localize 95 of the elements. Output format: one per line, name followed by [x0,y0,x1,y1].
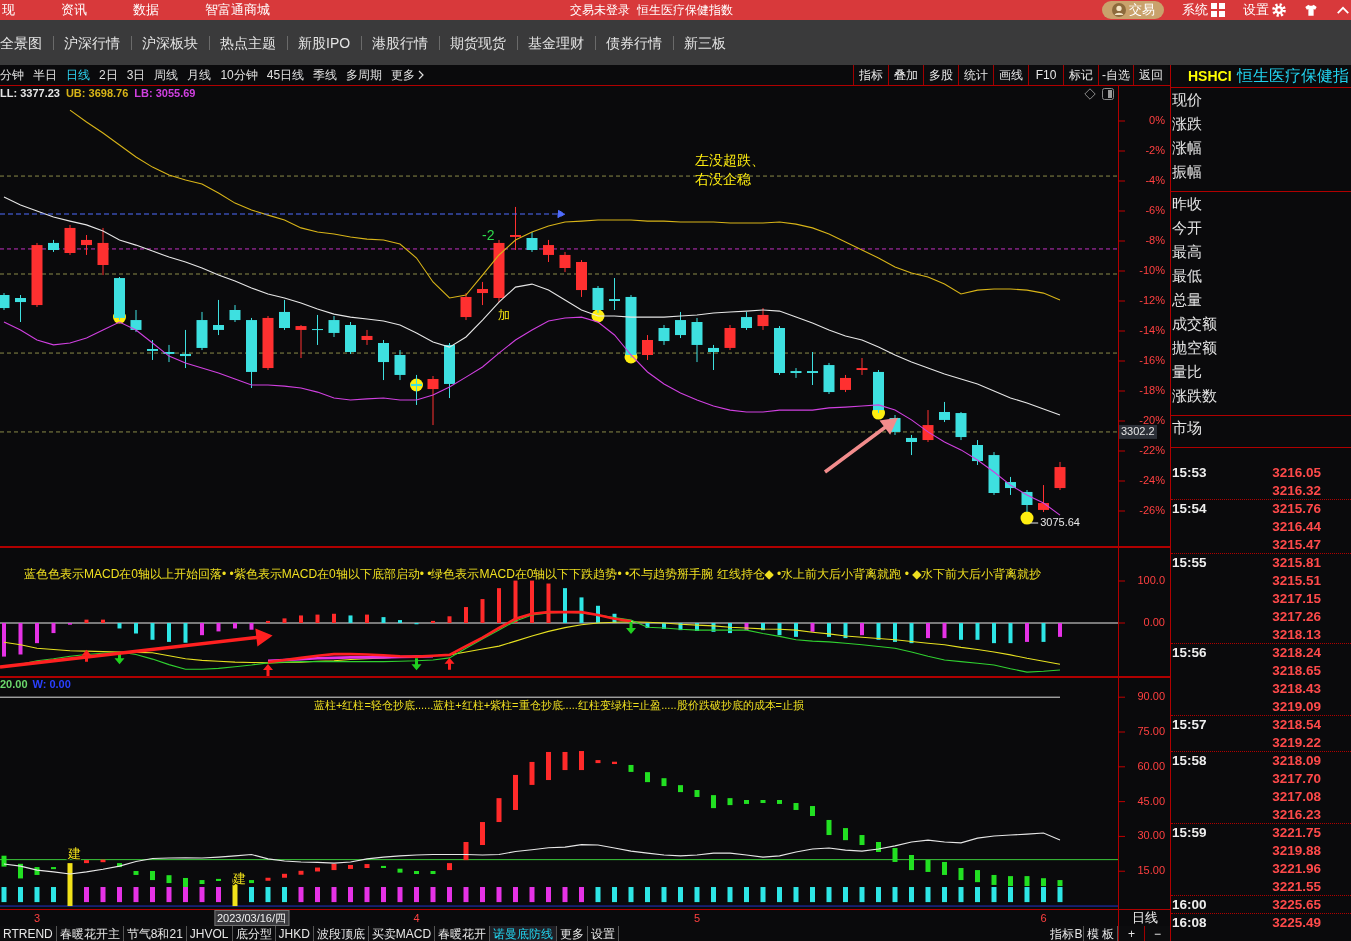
axis-label: 5 [693,911,701,925]
tick-price: 3217.08 [1271,788,1321,806]
chart-annotation: 建 [233,871,247,887]
chart-annotation: 加 [498,308,510,323]
axis-label: 60.00 [1137,759,1165,772]
tick-price: 3225.65 [1271,896,1321,914]
quote-field-label: 最高 [1172,242,1203,262]
tick-price: 3221.55 [1271,878,1321,896]
tick-price: 3215.81 [1271,554,1321,572]
quote-field-label: 现价 [1172,90,1203,110]
quote-field-label: 涨跌 [1172,114,1203,134]
tick-price: 3216.32 [1271,482,1321,500]
legend-label: UB: 3698.76 [65,86,129,100]
legend-label: 20.00 [0,678,28,691]
tick-price: 3218.24 [1271,644,1321,662]
tick-price: 3217.26 [1271,608,1321,626]
axis-label: -12% [1139,293,1165,306]
axis-label: 6 [1040,911,1047,925]
tick-price: 3218.43 [1271,680,1321,698]
tick-price: 3217.70 [1271,770,1321,788]
axis-label: 15.00 [1137,864,1165,877]
quote-field-label: 抛空额 [1172,338,1218,358]
axis-label: -20% [1139,413,1165,426]
axis-label: -24% [1139,473,1165,486]
tick-time: 16:00 [1172,896,1208,914]
axis-label: -18% [1139,383,1165,396]
chart-annotation: 左没超跌、 [695,151,765,168]
axis-label: 3 [33,911,41,925]
legend-label: W: 0.00 [32,678,71,691]
tick-price: 3218.09 [1271,752,1321,770]
axis-label: -8% [1145,233,1165,246]
axis-label: 75.00 [1137,724,1165,737]
axis-label: -4% [1145,173,1165,186]
tick-price: 3215.47 [1271,536,1321,554]
quote-field-label: 成交额 [1172,314,1218,334]
tick-price: 3219.09 [1271,698,1321,716]
quote-field-label: 今开 [1172,218,1203,238]
tick-price: 3215.51 [1271,572,1321,590]
tick-time: 15:54 [1172,500,1208,518]
chart-legend: 蓝柱+红柱=轻仓抄底......蓝柱+红柱+紫柱=重仓抄底.....红柱变绿柱=止盈.....股价跌破抄底的成本=止损 [314,698,804,712]
tick-price: 3221.75 [1271,824,1321,842]
tick-price: 3216.44 [1271,518,1321,536]
tick-time: 15:55 [1172,554,1208,572]
tick-price: 3218.65 [1271,662,1321,680]
chart-annotation: -2 [482,226,495,243]
axis-label: -16% [1139,353,1165,366]
tick-price: 3218.13 [1271,626,1321,644]
axis-label: 0.00 [1143,615,1165,628]
axis-label: 0% [1149,113,1165,126]
quote-field-label: 总量 [1172,290,1203,310]
price-tag: 3302.2 [1119,424,1157,439]
quote-field-label: 昨收 [1172,194,1203,214]
chart-annotation: 3075.64 [1040,515,1080,528]
axis-label: -2% [1145,143,1165,156]
axis-label: -10% [1139,263,1165,276]
axis-label: -22% [1139,443,1165,456]
axis-label: 4 [413,911,420,925]
axis-label: -26% [1139,503,1165,516]
tick-time: 16:08 [1172,914,1208,932]
login-status: 交易未登录 [570,1,630,19]
tick-price: 3218.54 [1271,716,1321,734]
quote-field-label: 量比 [1172,362,1203,382]
axis-label: 30.00 [1137,829,1165,842]
legend-label: LB: 3055.69 [134,86,196,100]
window-title: 恒生医疗保健指数 [637,1,733,19]
stock-name: 恒生医疗保健指 [1236,65,1349,86]
axis-label: -6% [1145,203,1165,216]
axis-label: 100.0 [1137,573,1165,586]
quote-field-label: 振幅 [1172,162,1203,182]
date-cursor-label: 2023/03/16/四 [213,910,290,926]
tick-time: 15:56 [1172,644,1208,662]
tick-price: 3225.49 [1271,914,1321,932]
tick-time: 15:59 [1172,824,1208,842]
stock-symbol: HSHCI [1188,68,1232,84]
tick-price: 3216.23 [1271,806,1321,824]
tick-time: 15:58 [1172,752,1208,770]
chart-annotation: 右没企稳 [695,170,751,187]
legend-label: LL: 3377.23 [0,86,60,100]
quote-field-label: 市场 [1172,418,1203,438]
quote-field-label: 涨跌数 [1172,386,1218,406]
tick-price: 3219.22 [1271,734,1321,752]
chart-legend: 蓝色色表示MACD在0轴以上开始回落• •紫色表示MACD在0轴以下底部启动• •绿色表示MACD在0轴以下下跌趋势• •不与趋势掰手腕 红线持仓◆ •水上前大后小背离就跑 • ◆水下前大后小背离就抄 [24,566,1042,582]
tick-time: 15:57 [1172,716,1208,734]
axis-label: -14% [1139,323,1165,336]
tick-price: 3221.96 [1271,860,1321,878]
tick-time: 15:53 [1172,464,1208,482]
tick-price: 3217.15 [1271,590,1321,608]
axis-label: 45.00 [1137,794,1165,807]
tick-price: 3216.05 [1271,464,1321,482]
quote-field-label: 涨幅 [1172,138,1203,158]
tick-price: 3215.76 [1271,500,1321,518]
quote-field-label: 最低 [1172,266,1203,286]
tick-price: 3219.88 [1271,842,1321,860]
axis-label: 90.00 [1137,690,1165,703]
chart-annotation: 建 [68,845,82,861]
